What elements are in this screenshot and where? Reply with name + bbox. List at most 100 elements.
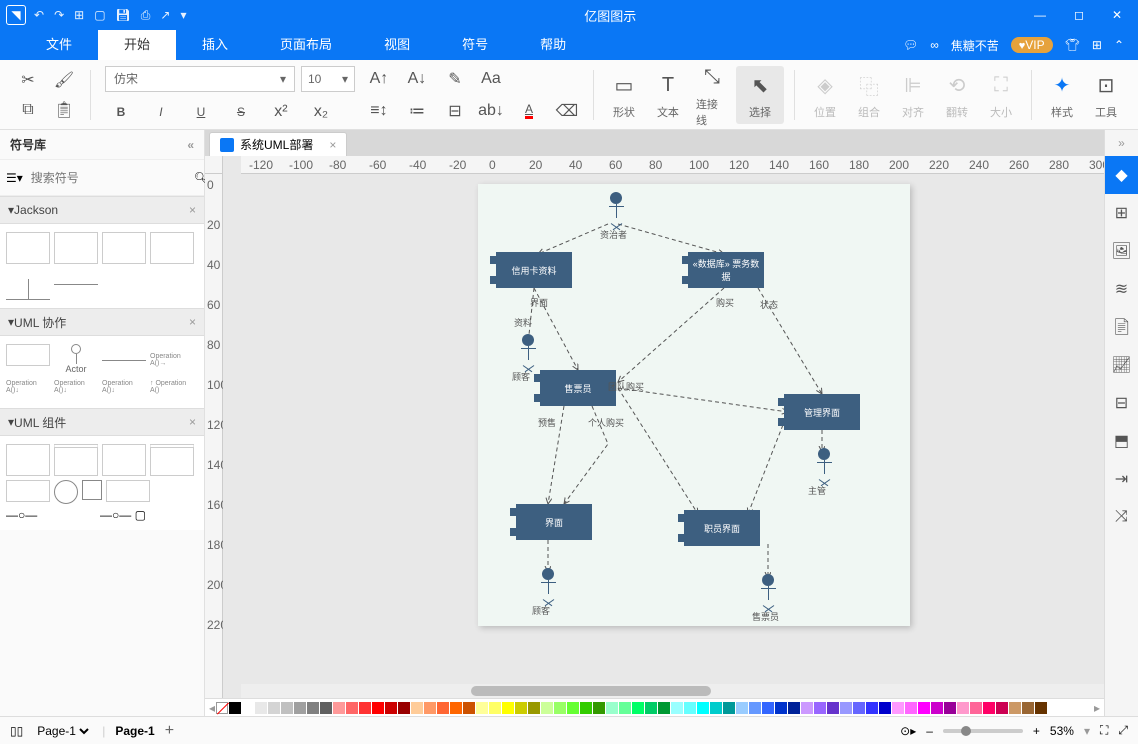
color-swatch[interactable] <box>567 702 579 714</box>
color-swatch[interactable] <box>658 702 670 714</box>
close-tab-icon[interactable]: × <box>329 138 336 152</box>
zoom-in-icon[interactable]: + <box>1033 724 1040 738</box>
color-swatch[interactable] <box>918 702 930 714</box>
color-swatch[interactable] <box>502 702 514 714</box>
shape-item[interactable] <box>54 444 98 476</box>
menu-view[interactable]: 视图 <box>358 30 436 60</box>
export-icon[interactable]: ↗ <box>160 8 170 22</box>
highlight-icon[interactable]: ✎ <box>443 67 467 91</box>
shape-tool-icon[interactable]: ▭ <box>608 70 640 102</box>
rotate-icon[interactable]: ⟲ <box>941 70 973 102</box>
subscript-icon[interactable]: x₂ <box>309 100 333 124</box>
component-icon[interactable]: ⬒ <box>1105 422 1138 460</box>
close-cat-icon[interactable]: × <box>189 203 196 217</box>
shape-item[interactable] <box>82 480 102 500</box>
color-swatch[interactable] <box>697 702 709 714</box>
align-text-icon[interactable]: ⊟ <box>443 99 467 123</box>
color-swatch[interactable] <box>788 702 800 714</box>
color-swatch[interactable] <box>580 702 592 714</box>
color-swatch[interactable] <box>528 702 540 714</box>
palette-prev-icon[interactable]: ◂ <box>209 701 215 715</box>
format-painter-icon[interactable]: 🖌︎ <box>52 68 76 92</box>
color-swatch[interactable] <box>671 702 683 714</box>
color-swatch[interactable] <box>229 702 241 714</box>
shuffle-icon[interactable]: ⤨ <box>1105 498 1138 536</box>
collapse-rpanel-icon[interactable]: » <box>1118 136 1125 156</box>
color-swatch[interactable] <box>346 702 358 714</box>
library-icon[interactable]: ☰▾ <box>6 171 23 185</box>
color-swatch[interactable] <box>281 702 293 714</box>
shape-item[interactable] <box>54 232 98 264</box>
connector-tool-icon[interactable]: ⤡ <box>696 62 728 94</box>
shape-actor[interactable]: Actor <box>54 344 98 376</box>
close-icon[interactable]: ✕ <box>1112 8 1122 22</box>
palette-next-icon[interactable]: ▸ <box>1094 701 1100 715</box>
format-shape-icon[interactable]: ◆ <box>1105 156 1138 194</box>
color-swatch[interactable] <box>905 702 917 714</box>
apps-icon[interactable]: ⊞ <box>1092 38 1102 52</box>
color-swatch[interactable] <box>944 702 956 714</box>
clear-format-icon[interactable]: ⌫ <box>555 99 579 123</box>
copy-icon[interactable]: ⧉ <box>16 98 40 122</box>
color-swatch[interactable] <box>970 702 982 714</box>
color-swatch[interactable] <box>684 702 696 714</box>
color-swatch[interactable] <box>749 702 761 714</box>
shape-item[interactable]: Operation A()→ <box>150 344 194 376</box>
print-icon[interactable]: ⎙ <box>141 8 151 23</box>
new-icon[interactable]: ⊞ <box>74 8 84 22</box>
color-swatch[interactable] <box>411 702 423 714</box>
style-icon[interactable]: ✦ <box>1046 70 1078 102</box>
color-swatch[interactable] <box>736 702 748 714</box>
color-swatch[interactable] <box>1022 702 1034 714</box>
color-swatch[interactable] <box>385 702 397 714</box>
color-swatch[interactable] <box>645 702 657 714</box>
page-select[interactable]: Page-1 <box>33 723 92 739</box>
grid-icon[interactable]: ⊞ <box>1105 194 1138 232</box>
shape-item[interactable] <box>150 444 194 476</box>
shape-item[interactable] <box>54 480 78 504</box>
color-swatch[interactable] <box>255 702 267 714</box>
zoom-out-icon[interactable]: – <box>926 724 933 738</box>
page-props-icon[interactable]: 📄︎ <box>1105 308 1138 346</box>
position-icon[interactable]: ◈ <box>809 70 841 102</box>
add-page-icon[interactable]: + <box>165 722 174 740</box>
shape-item[interactable]: Operation A()↓ <box>6 380 50 400</box>
fontsize-select[interactable]: 10▾ <box>301 66 355 92</box>
tools-icon[interactable]: ⊡ <box>1090 70 1122 102</box>
open-icon[interactable]: ▢ <box>94 8 105 22</box>
text-dir-icon[interactable]: ab↓ <box>479 99 503 123</box>
shape-item[interactable] <box>6 480 50 502</box>
color-swatch[interactable] <box>827 702 839 714</box>
color-swatch[interactable] <box>632 702 644 714</box>
color-swatch[interactable] <box>424 702 436 714</box>
close-cat-icon[interactable]: × <box>189 315 196 329</box>
color-swatch[interactable] <box>242 702 254 714</box>
zoom-slider[interactable] <box>943 729 1023 733</box>
color-swatch[interactable] <box>931 702 943 714</box>
group-icon[interactable]: ⿻ <box>853 70 885 102</box>
shape-item[interactable] <box>6 444 50 476</box>
image-icon[interactable]: 🖼︎ <box>1105 232 1138 270</box>
shape-item[interactable] <box>102 232 146 264</box>
theme-icon[interactable]: 👕︎ <box>1065 38 1080 52</box>
uml-node-db[interactable]: «数据库» 票务数据 <box>688 252 764 288</box>
user-name[interactable]: 焦糖不苦 <box>951 37 999 54</box>
zoom-value[interactable]: 53% <box>1050 724 1074 738</box>
category-uml-component[interactable]: ▾ UML 组件× <box>0 408 204 436</box>
chat-icon[interactable]: 💬︎ <box>903 38 918 52</box>
menu-layout[interactable]: 页面布局 <box>254 30 358 60</box>
presentation-icon[interactable]: ⊙▸ <box>900 724 916 738</box>
menu-insert[interactable]: 插入 <box>176 30 254 60</box>
shape-item[interactable] <box>150 232 194 264</box>
color-swatch[interactable] <box>983 702 995 714</box>
color-swatch[interactable] <box>372 702 384 714</box>
uml-node-mgmt[interactable]: 管理界面 <box>784 394 860 430</box>
color-swatch[interactable] <box>710 702 722 714</box>
minimize-icon[interactable]: — <box>1034 8 1046 22</box>
font-color-icon[interactable]: A <box>517 99 541 123</box>
color-swatch[interactable] <box>892 702 904 714</box>
shape-item[interactable] <box>102 344 146 376</box>
color-swatch[interactable] <box>879 702 891 714</box>
shape-item[interactable] <box>6 344 50 366</box>
category-jackson[interactable]: ▾ Jackson× <box>0 196 204 224</box>
